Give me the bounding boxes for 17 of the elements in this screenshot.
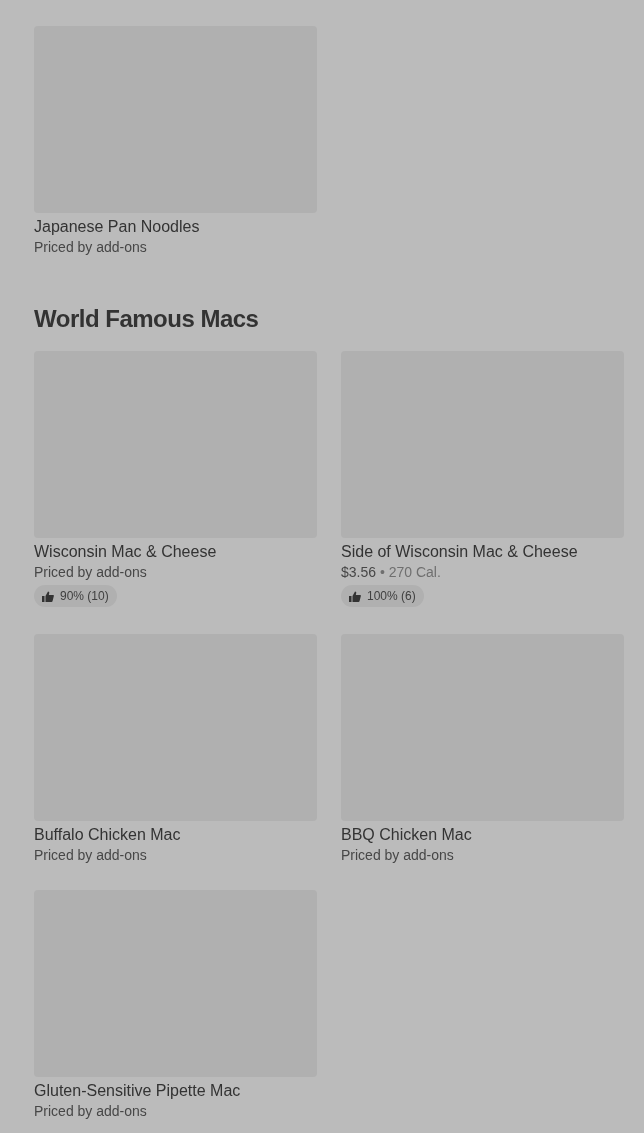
section-heading: World Famous Macs: [34, 304, 260, 334]
item-price: Priced by add-ons: [34, 238, 148, 257]
item-name: Buffalo Chicken Mac: [34, 824, 182, 845]
item-name: Gluten-Sensitive Pipette Mac: [34, 1080, 242, 1101]
item-name: BBQ Chicken Mac: [341, 824, 473, 845]
item-name: Wisconsin Mac & Cheese: [34, 542, 218, 562]
item-name: Side of Wisconsin Mac & Cheese: [341, 542, 579, 562]
item-price: Priced by add-ons: [341, 845, 455, 865]
item-price: Priced by add-ons: [34, 845, 148, 865]
rating-badge: 90% (10): [34, 585, 117, 607]
rating-badge: 100% (6): [341, 585, 424, 607]
item-price: Priced by add-ons: [34, 1101, 148, 1121]
item-price: $3.56 • 270 Cal.: [341, 563, 442, 582]
thumbs-up-icon: [42, 590, 54, 602]
item-price: Priced by add-ons: [34, 563, 148, 582]
item-name: Japanese Pan Noodles: [34, 217, 201, 237]
thumbs-up-icon: [349, 590, 361, 602]
